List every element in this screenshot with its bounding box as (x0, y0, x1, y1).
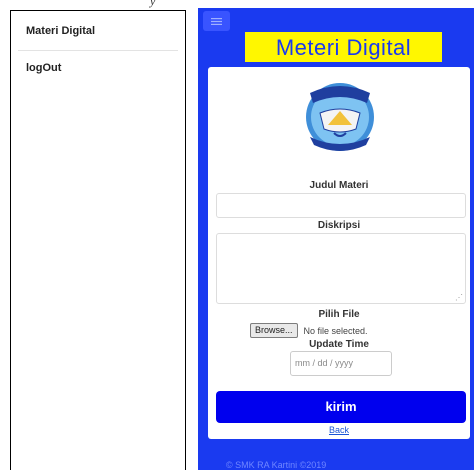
page-caption-fragment: y (150, 0, 156, 8)
sidebar-item-logout[interactable]: logOut (11, 62, 185, 74)
upload-form-card: Judul Materi Diskripsi ⋰ Pilih File Brow… (208, 67, 470, 439)
browse-button[interactable]: Browse... (250, 323, 298, 338)
brand-title: Meteri Digital (245, 32, 442, 62)
sidebar-divider (18, 50, 178, 51)
sidebar-item-materi-digital[interactable]: Materi Digital (11, 25, 185, 37)
update-time-input[interactable]: mm / dd / yyyy (290, 351, 392, 376)
description-textarea[interactable] (216, 233, 466, 304)
school-crest-icon (306, 83, 374, 151)
description-label: Diskripsi (317, 220, 361, 231)
back-link[interactable]: Back (208, 425, 470, 435)
main-panel: Meteri Digital Judul Materi Diskripsi ⋰ … (198, 8, 474, 470)
title-input[interactable] (216, 193, 466, 218)
title-label: Judul Materi (309, 180, 369, 191)
menu-toggle-button[interactable] (203, 11, 230, 31)
hamburger-icon (211, 17, 222, 25)
file-label: Pilih File (318, 309, 360, 320)
submit-button[interactable]: kirim (216, 391, 466, 423)
update-time-label: Update Time (309, 339, 369, 350)
file-picker: Browse... No file selected. (250, 323, 368, 338)
footer-copyright: © SMK RA Kartini ©2019 (226, 460, 327, 470)
file-status-text: No file selected. (303, 325, 368, 336)
sidebar: Materi Digital logOut (10, 10, 186, 470)
